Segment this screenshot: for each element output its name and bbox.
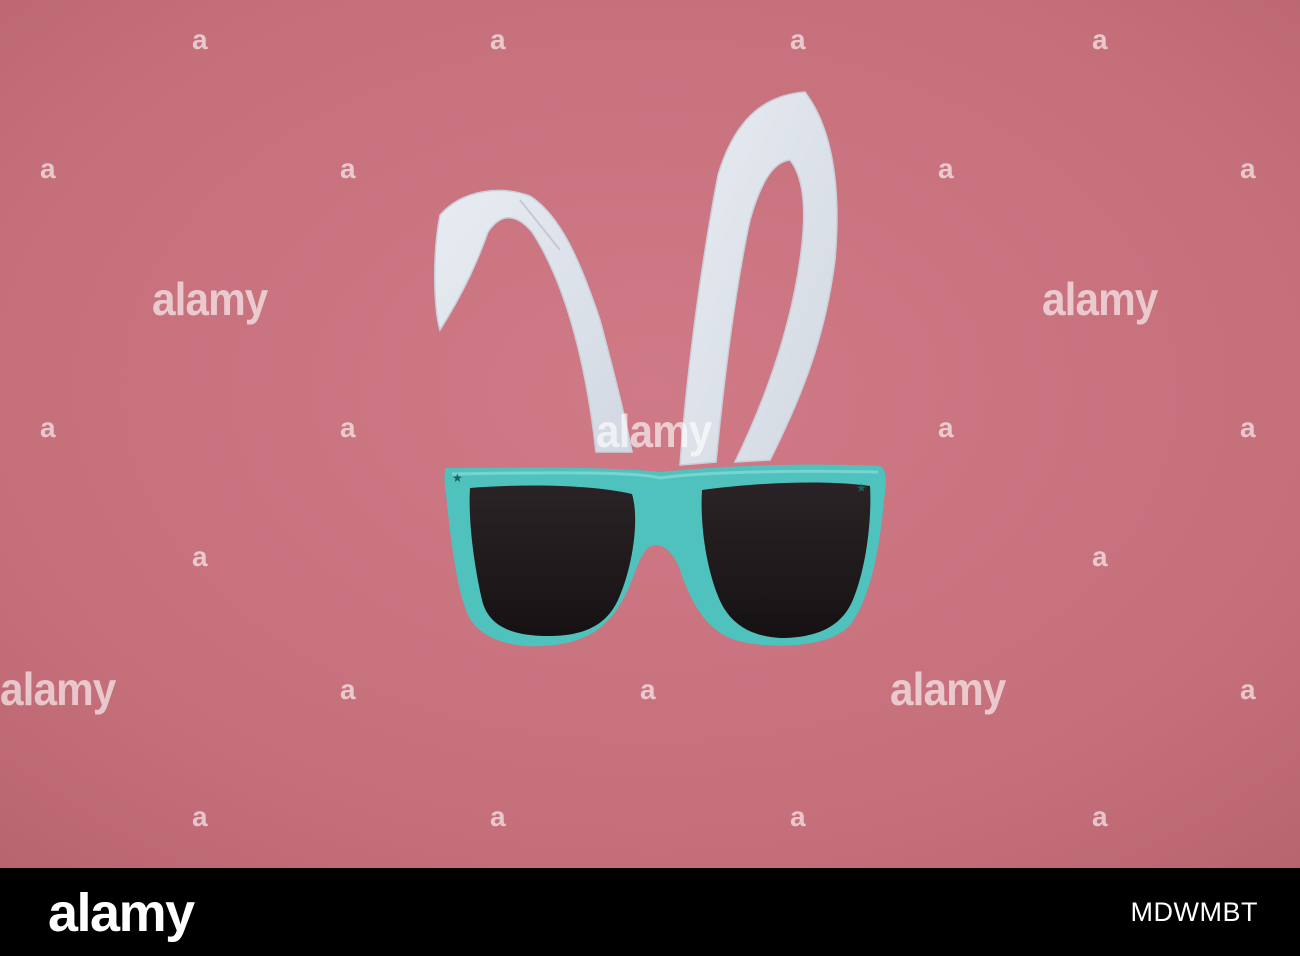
photo: ★ ★ [0, 0, 1300, 868]
pink-background [0, 0, 1300, 868]
footer-bar: alamy MDWMBT [0, 868, 1300, 956]
right-star-stud: ★ [856, 481, 867, 495]
left-star-stud: ★ [452, 471, 463, 485]
stock-photo-frame: ★ ★ alamy alamy alamy alamy alamy a a a … [0, 0, 1300, 956]
bunny-sunglasses-illustration: ★ ★ [0, 0, 1300, 868]
image-id: MDWMBT [1130, 897, 1258, 927]
alamy-logo: alamy [48, 883, 195, 943]
